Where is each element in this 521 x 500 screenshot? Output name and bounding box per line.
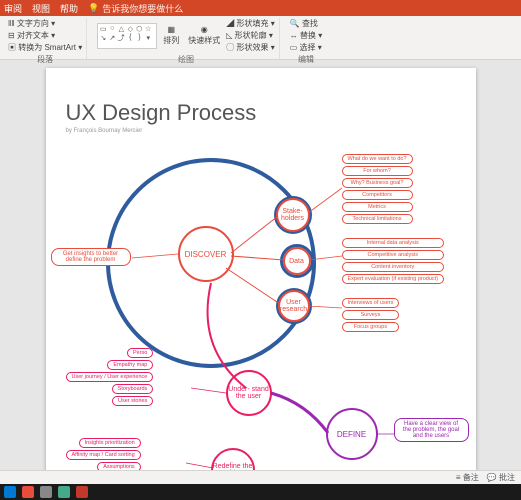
paragraph-buttons: ‖‖ 文字方向 ▾ ⊟ 对齐文本 ▾ ▣ 转换为 SmartArt ▾ [8,18,82,53]
status-bar: ≡ 备注 💬 批注 [0,470,521,484]
menu-view[interactable]: 视图 [32,2,50,15]
shapes-gallery[interactable]: ▭○△◇⬡☆ ↘↗⤴{}▾ [97,23,157,49]
pill[interactable]: Competitive analysis [342,250,445,260]
pill[interactable]: Focus groups [342,322,400,332]
pill[interactable]: User journey / User experience [66,372,154,382]
node-stakeholders[interactable]: Stake- holders [276,198,310,232]
edit-buttons: 🔍 查找 ↔ 替换 ▾ ▭ 选择 ▾ [290,18,322,53]
find-button[interactable]: 🔍 查找 [290,18,322,29]
pills-research: Interviews of users Surveys Focus groups [342,298,400,332]
group-label-drawing: 绘图 [178,53,194,66]
pill[interactable]: For whom? [342,166,413,176]
slide-subtitle[interactable]: by François Bournay Mercier [66,128,456,134]
node-data[interactable]: Data [283,247,311,275]
pill[interactable]: Competitors [342,190,413,200]
menu-review[interactable]: 审阅 [4,2,22,15]
lightbulb-icon: 💡 [88,3,99,14]
shape-outline-button[interactable]: ◺ 形状轮廓 ▾ [226,30,274,41]
ribbon-group-drawing: ▭○△◇⬡☆ ↘↗⤴{}▾ ▦ 排列 ◉ 快速样式 ◢ 形状填充 ▾ ◺ 形状轮… [93,18,279,59]
group-label-paragraph: 段落 [37,53,53,66]
ribbon-group-edit: 🔍 查找 ↔ 替换 ▾ ▭ 选择 ▾ 编辑 [286,18,326,59]
taskbar-app-icon[interactable] [58,486,70,498]
arrange-icon: ▦ [167,25,175,34]
quickstyle-label: 快速样式 [188,35,220,46]
pill-insight[interactable]: Get insights to better define the proble… [51,248,131,266]
pill[interactable]: Surveys [342,310,400,320]
pills-top: What do we want to do? For whom? Why? Bu… [342,154,413,224]
diagram: DISCOVER Stake- holders Data User resear… [46,148,476,484]
align-text-button[interactable]: ⊟ 对齐文本 ▾ [8,30,82,41]
node-define[interactable]: DEFINE [326,408,378,460]
node-understand[interactable]: Under- stand the user [226,370,272,416]
node-discover[interactable]: DISCOVER [178,226,234,282]
pill[interactable]: What do we want to do? [342,154,413,164]
text-direction-button[interactable]: ‖‖ 文字方向 ▾ [8,18,82,29]
shape-fill-button[interactable]: ◢ 形状填充 ▾ [226,18,274,29]
taskbar-app-icon[interactable] [22,486,34,498]
pill[interactable]: Storyboards [112,384,154,394]
title-bar: 审阅 视图 帮助 💡 告诉我你想要做什么 [0,0,521,16]
pill[interactable]: Technical limitations [342,214,413,224]
pill[interactable]: Interviews of users [342,298,400,308]
taskbar [0,484,521,500]
pill[interactable]: Why? Business goal? [342,178,413,188]
convert-smartart-button[interactable]: ▣ 转换为 SmartArt ▾ [8,42,82,53]
group-label-edit: 编辑 [298,53,314,66]
node-userresearch[interactable]: User research [278,290,310,322]
shape-style-buttons: ◢ 形状填充 ▾ ◺ 形状轮廓 ▾ ◯ 形状效果 ▾ [226,18,274,53]
slide-canvas[interactable]: UX Design Process by François Bournay Me… [0,60,521,484]
quickstyle-icon: ◉ [201,25,208,34]
pill-clearview[interactable]: Have a clear view of the problem, the go… [394,418,469,442]
pill[interactable]: Internal data analysis [342,238,445,248]
select-button[interactable]: ▭ 选择 ▾ [290,42,322,53]
shape-effects-button[interactable]: ◯ 形状效果 ▾ [226,42,274,53]
start-icon[interactable] [4,486,16,498]
notes-button[interactable]: ≡ 备注 [456,472,479,483]
pill[interactable]: Insights prioritization [79,438,141,448]
ribbon: ‖‖ 文字方向 ▾ ⊟ 对齐文本 ▾ ▣ 转换为 SmartArt ▾ 段落 ▭… [0,16,521,60]
comments-button[interactable]: 💬 批注 [487,472,515,483]
pills-left1: Perso Empathy map User journey / User ex… [66,348,154,406]
ribbon-group-paragraph: ‖‖ 文字方向 ▾ ⊟ 对齐文本 ▾ ▣ 转换为 SmartArt ▾ 段落 [4,18,87,59]
pill[interactable]: Empathy map [107,360,153,370]
arrange-label: 排列 [163,35,179,46]
pill[interactable]: User stories [112,396,153,406]
pill[interactable]: Expert evaluation (if existing product) [342,274,445,284]
taskbar-app-icon[interactable] [40,486,52,498]
pill[interactable]: Metrics [342,202,413,212]
tell-me-search[interactable]: 💡 告诉我你想要做什么 [88,2,183,15]
pills-data: Internal data analysis Competitive analy… [342,238,445,284]
slide[interactable]: UX Design Process by François Bournay Me… [46,68,476,484]
pill[interactable]: Content inventory [342,262,445,272]
taskbar-app-icon[interactable] [76,486,88,498]
arrange-button[interactable]: ▦ 排列 [160,23,182,48]
pill[interactable]: Perso [127,348,153,358]
quick-styles-button[interactable]: ◉ 快速样式 [185,23,223,48]
pill[interactable]: Affinity map / Card sorting [66,450,141,460]
tell-me-label: 告诉我你想要做什么 [102,2,183,15]
menu-help[interactable]: 帮助 [60,2,78,15]
replace-button[interactable]: ↔ 替换 ▾ [290,30,322,41]
slide-title[interactable]: UX Design Process [66,100,456,126]
